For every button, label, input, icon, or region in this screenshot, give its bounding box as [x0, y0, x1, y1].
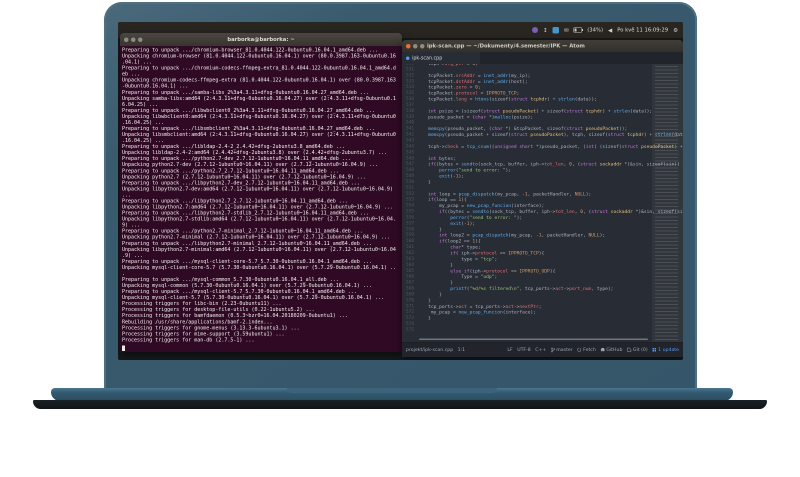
terminal-line: Preparing to unpack .../libpython2.7-dev…	[122, 180, 360, 186]
status-cursor-position[interactable]: 1:1	[458, 347, 465, 353]
network-icon[interactable]: ↕	[543, 27, 548, 33]
terminal-cursor	[122, 345, 125, 351]
status-language[interactable]: C++	[535, 347, 546, 353]
atom-tab-bar: ipk-scan.cpp	[402, 52, 683, 64]
status-git[interactable]: Git (0)	[627, 347, 648, 353]
code-line: 544 tcph->check = tcp_csum((unsigned sho…	[402, 144, 683, 150]
terminal-line: Unpacking mysql-client-core-5.7 (5.7.30-…	[122, 264, 396, 271]
laptop-lid: ↕ ✉ (34%) ◀ Po kvě 11 16:09:29 ⚙ barbork…	[104, 2, 697, 390]
sync-icon	[577, 347, 582, 352]
code-line: 542 memcpy(pseudo_packet + sizeof(struct…	[402, 132, 683, 138]
atom-minimize-button[interactable]	[413, 43, 418, 49]
terminal-line: Preparing to unpack .../chromium-codecs-…	[122, 65, 396, 72]
battery-percent: (34%)	[587, 27, 603, 33]
terminal-line: Preparing to unpack .../samba-libs_2%3a4…	[122, 89, 369, 96]
tab-label: ipk-scan.cpp	[412, 55, 443, 61]
desktop: ↕ ✉ (34%) ◀ Po kvě 11 16:09:29 ⚙ barbork…	[118, 22, 683, 360]
clock[interactable]: Po kvě 11 16:09:29	[617, 27, 668, 33]
file-modified-icon	[406, 56, 410, 60]
laptop-bottom-edge	[33, 400, 767, 409]
code-line: 575	[402, 327, 683, 333]
terminal-line: Unpacking libpython2.7-dev:amd64 (2.7.12…	[122, 186, 393, 192]
status-file-path[interactable]: projekt/ipk-scan.cpp	[406, 347, 453, 353]
git-branch-icon	[550, 347, 555, 353]
terminal-line: Preparing to unpack .../libpython2.7-min…	[122, 240, 372, 247]
status-fetch[interactable]: Fetch	[577, 347, 596, 353]
atom-titlebar[interactable]: ipk-scan.cpp — ~/Dokumenty/4.semester/IP…	[402, 40, 683, 52]
atom-close-button[interactable]	[406, 43, 411, 49]
terminal-line: Unpacking samba-libs:amd64 (2:4.3.11+dfs…	[122, 95, 396, 102]
status-updates[interactable]: 1 update	[652, 347, 679, 353]
horizontal-scrollbar[interactable]	[419, 338, 648, 340]
atom-title: ipk-scan.cpp — ~/Dokumenty/4.semester/IP…	[427, 43, 585, 49]
code-editor[interactable]: 530 tcph->urg_ptr = 0;531532 tcpPacket.s…	[402, 64, 683, 342]
mail-icon[interactable]: ✉	[564, 27, 569, 33]
terminal-line: Unpacking python2.7-minimal (2.7.12-1ubu…	[122, 234, 390, 241]
terminal-line: Unpacking python2.7-dev (2.7.12-1ubuntu0…	[122, 162, 378, 168]
app-indicator-icon[interactable]	[532, 27, 539, 33]
line-number: 575	[406, 327, 414, 333]
github-icon	[600, 347, 605, 352]
laptop-base-notch	[287, 388, 497, 393]
package-update-icon	[652, 348, 657, 352]
session-gear-icon[interactable]: ⚙	[673, 27, 678, 33]
battery-icon[interactable]	[573, 27, 584, 33]
minimap[interactable]	[652, 64, 683, 342]
terminal-line: Unpacking libpython2.7-stdlib:amd64 (2.7…	[122, 216, 396, 223]
terminal-title: barborka@barborka: ~	[227, 36, 295, 43]
laptop-screen: ↕ ✉ (34%) ◀ Po kvě 11 16:09:29 ⚙ barbork…	[118, 22, 683, 360]
terminal-output[interactable]: Preparing to unpack .../chromium-browser…	[120, 46, 402, 352]
terminal-titlebar[interactable]: barborka@barborka: ~	[120, 33, 402, 46]
keyboard-indicator-icon[interactable]	[552, 26, 560, 34]
terminal-line: Unpacking libpython2.7-minimal:amd64 (2.…	[122, 246, 396, 253]
laptop-mockup: ↕ ✉ (34%) ◀ Po kvě 11 16:09:29 ⚙ barbork…	[0, 0, 800, 477]
status-branch[interactable]: master	[550, 347, 573, 353]
atom-maximize-button[interactable]	[420, 43, 425, 49]
terminal-line: Unpacking chromium-browser (81.0.4044.12…	[122, 53, 396, 60]
tab-ipk-scan[interactable]: ipk-scan.cpp	[402, 52, 480, 64]
status-github[interactable]: GitHub	[600, 347, 622, 353]
terminal-line: Processing triggers for man-db (2.7.5-1)…	[122, 337, 255, 343]
status-encoding[interactable]: UTF-8	[517, 347, 531, 353]
atom-status-bar: projekt/ipk-scan.cpp 1:1 LF UTF-8 C++ ma…	[402, 342, 683, 357]
status-line-ending[interactable]: LF	[507, 347, 512, 353]
git-diff-icon	[627, 347, 632, 352]
terminal-line: Unpacking python2.7 (2.7.12-1ubuntu0~16.…	[122, 174, 366, 180]
volume-icon[interactable]: ◀	[608, 27, 612, 33]
terminal-window: barborka@barborka: ~ Preparing to unpack…	[120, 33, 402, 352]
atom-window: ipk-scan.cpp — ~/Dokumenty/4.semester/IP…	[402, 40, 683, 357]
